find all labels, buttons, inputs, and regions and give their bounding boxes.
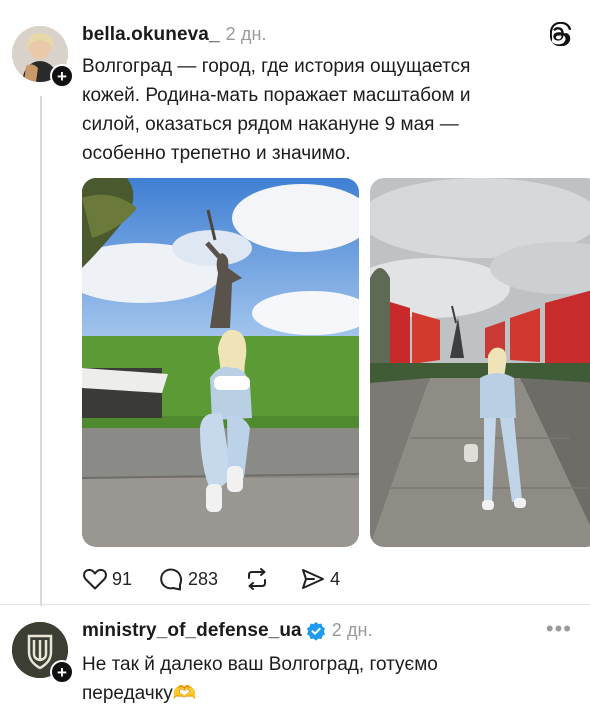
post-text-2: Не так й далеко ваш Волгоград, готуємо п… [82, 654, 438, 704]
post-photo-2[interactable] [370, 178, 590, 547]
send-icon [302, 569, 325, 589]
like-count: 91 [112, 568, 133, 589]
comment-bubble-icon [160, 568, 183, 591]
post-photo-1[interactable] [82, 178, 359, 547]
username-text-2[interactable]: ministry_of_defense_ua [82, 620, 302, 641]
heart-icon [83, 568, 107, 590]
share-button[interactable]: 4 [300, 566, 340, 592]
post-bella: + bella.okuneva_ 2 дн. Волгоград — город,… [0, 0, 590, 610]
post-time: 2 дн. [225, 24, 267, 44]
photo-alley-flags [370, 178, 590, 547]
comment-button[interactable]: 283 [158, 566, 218, 592]
repost-icon [248, 568, 267, 590]
post-ministry: + ministry_of_defense_ua 2 дн. ••• Не та… [0, 604, 590, 720]
username-ministry[interactable]: ministry_of_defense_ua 2 дн. [82, 620, 373, 642]
verified-badge-icon [306, 621, 325, 641]
threads-logo-icon[interactable] [549, 21, 572, 51]
post-actions: 91 283 4 [82, 566, 366, 592]
post-time-2: 2 дн. [331, 620, 373, 640]
follow-plus-button[interactable]: + [50, 64, 74, 88]
photo-statue-lawn [82, 178, 359, 547]
comment-count: 283 [188, 568, 219, 589]
post-text: Волгоград — город, где история ощущается… [82, 56, 471, 164]
thread-line [40, 96, 42, 606]
repost-button[interactable] [244, 566, 274, 592]
follow-plus-button-2[interactable]: + [50, 660, 74, 684]
more-dots-icon[interactable]: ••• [546, 616, 572, 642]
like-button[interactable]: 91 [82, 567, 132, 591]
username-bella[interactable]: bella.okuneva_ 2 дн. [82, 24, 267, 46]
username-text[interactable]: bella.okuneva_ [82, 24, 220, 45]
share-count: 4 [330, 568, 341, 589]
